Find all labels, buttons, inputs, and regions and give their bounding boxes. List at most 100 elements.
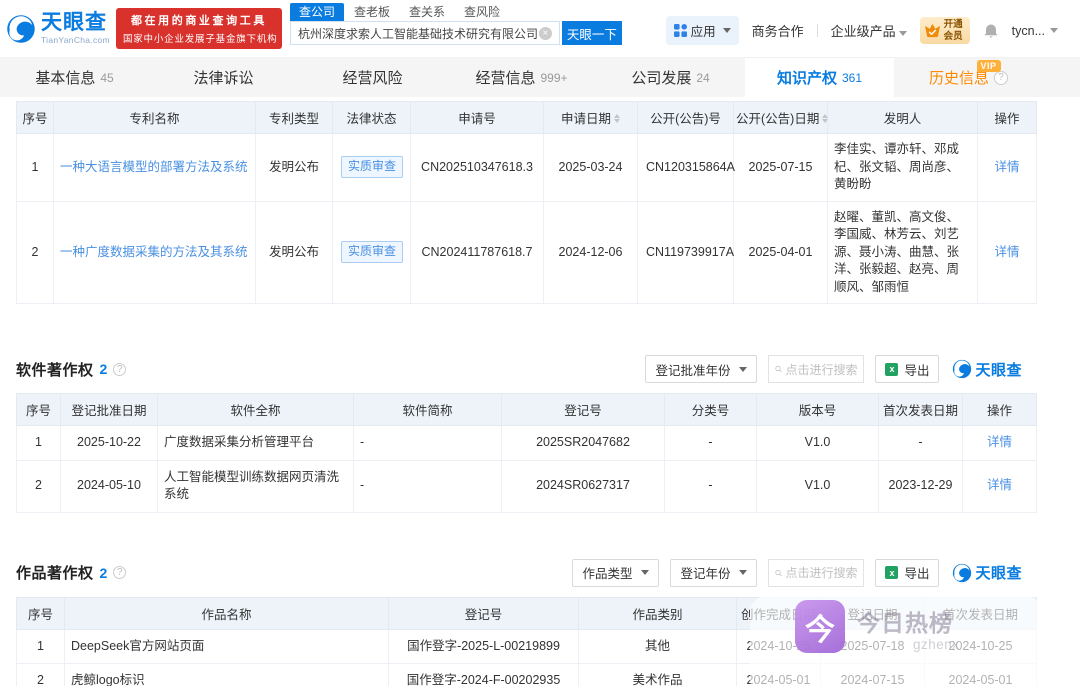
tab-7[interactable]: 历史信息? VIP [894, 58, 1043, 97]
search-icon [775, 569, 783, 576]
table-cell: DeepSeek官方网站页面 [64, 628, 389, 664]
detail-link[interactable]: 详情 [987, 478, 1012, 492]
table-row: 1 2025-10-22 广度数据采集分析管理平台 - 2025SR2047682 - V1… [16, 425, 1037, 461]
works-copyright-section-header: 作品著作权 2 ? 作品类型 登记年份 点击进行搜索 x 导出 天眼查 [16, 557, 1022, 589]
column-header: 公开(公告)号 [637, 101, 734, 134]
notification-bell-icon[interactable] [983, 23, 999, 39]
section-search-input[interactable]: 点击进行搜索 [768, 355, 865, 383]
export-button[interactable]: x 导出 [875, 558, 940, 587]
search-input[interactable]: 杭州深度求索人工智能基础技术研究有限公司 × [289, 21, 560, 46]
tianyancha-watermark-logo: 天眼查 [952, 562, 1022, 583]
help-icon[interactable]: ? [113, 362, 127, 376]
table-cell: 美术作品 [578, 663, 737, 686]
tab-count: 361 [841, 70, 863, 85]
tab-6[interactable]: 知识产权 361 [745, 58, 894, 97]
cell-text: V1.0 [804, 478, 831, 493]
detail-link[interactable]: 详情 [994, 160, 1019, 174]
table-cell: 赵曜、董凯、高文俊、李国威、林芳云、刘艺源、聂小涛、曲慧、张洋、张毅超、赵亮、周… [827, 200, 978, 304]
tab-5[interactable]: 公司发展 24 [596, 58, 745, 97]
column-header: 首次发表日期 [878, 393, 963, 426]
table-cell: 1 [16, 425, 61, 461]
sort-icon[interactable] [822, 114, 829, 124]
cell-text: 国作登字-2025-L-00219899 [407, 638, 560, 653]
detail-link[interactable]: 详情 [987, 435, 1012, 449]
detail-link[interactable]: 详情 [994, 245, 1019, 259]
filter-reg-year-dropdown[interactable]: 登记批准年份 [645, 355, 758, 383]
slogan-badge: 都在用的商业查询工具 国家中小企业发展子基金旗下机构 [115, 8, 282, 49]
column-header: 分类号 [664, 393, 757, 426]
vip-upgrade-button[interactable]: 开通 会员 [919, 17, 970, 44]
search-tab-2[interactable]: 查老板 [345, 3, 399, 21]
table-cell: 2024SR0627317 [501, 459, 665, 513]
vip-label-line1: 开通 [943, 19, 963, 31]
tab-count: 45 [100, 70, 114, 85]
table-cell: 其他 [578, 628, 737, 664]
chevron-down-icon [1050, 28, 1058, 33]
search-button[interactable]: 天眼一下 [561, 21, 622, 46]
software-copyright-section-header: 软件著作权 2 ? 登记批准年份 点击进行搜索 x 导出 天眼查 [16, 353, 1022, 385]
search-tab-3[interactable]: 查关系 [400, 3, 454, 21]
logo-title: 天眼查 [41, 11, 107, 34]
table-cell: 2025-10-22 [60, 425, 158, 461]
apps-menu[interactable]: 应用 [665, 16, 739, 45]
section-search-input[interactable]: 点击进行搜索 [768, 558, 865, 587]
filter-reg-year-dropdown[interactable]: 登记年份 [670, 558, 758, 587]
column-header[interactable]: 公开(公告)日期 [733, 101, 829, 134]
table-cell: 2 [16, 459, 61, 513]
tab-count: 24 [696, 70, 710, 85]
patent-name-link-cell: 一种广度数据采集的方法及其系统 [53, 200, 256, 304]
table-cell: 1 [16, 628, 65, 664]
table-cell: 2 [16, 663, 65, 686]
tab-label: 经营风险 [342, 70, 403, 87]
tianyancha-logo[interactable]: 天眼查 TianYanCha.com [6, 12, 110, 45]
excel-icon: x [885, 362, 899, 376]
column-header: 专利名称 [53, 101, 256, 134]
column-header: 软件简称 [353, 393, 502, 426]
search-tab-4[interactable]: 查风险 [455, 3, 509, 21]
table-cell: 1 [16, 133, 54, 202]
tianyancha-logo-icon [953, 359, 972, 379]
column-header: 登记批准日期 [60, 393, 158, 426]
cell-text: 国作登字-2024-F-00202935 [406, 673, 561, 686]
column-header: 作品名称 [64, 596, 389, 630]
tab-3[interactable]: 经营风险 [298, 58, 447, 97]
company-nav-tabbar: 基本信息 45 法律诉讼 经营风险 经营信息 999+ 公司发展 24 知识产权 361 历史信息?… [0, 57, 1080, 97]
user-menu[interactable]: tycn... [1012, 24, 1058, 38]
chevron-down-icon [722, 28, 731, 33]
search-tab-1[interactable]: 查公司 [289, 3, 344, 22]
apps-label: 应用 [690, 25, 716, 39]
help-icon: ? [994, 70, 1008, 85]
status-badge: 实质审查 [341, 156, 404, 179]
software-copyright-table: 序号 登记批准日期 软件全称 软件简称 登记号 分类号 版本号 首次发表日期 操作 1 2025-1… [16, 393, 1037, 513]
cell-text: - [918, 435, 923, 449]
nav-enterprise[interactable]: 企业级产品 [831, 21, 907, 40]
table-cell: 国作登字-2024-F-00202935 [388, 663, 579, 686]
nav-divider [816, 24, 818, 37]
clear-icon[interactable]: × [538, 26, 552, 40]
filter-work-type-dropdown[interactable]: 作品类型 [572, 558, 660, 587]
column-header: 法律状态 [332, 101, 411, 134]
slogan-line1: 都在用的商业查询工具 [130, 15, 267, 27]
patent-name-link[interactable]: 一种大语言模型的部署方法及系统 [60, 160, 248, 174]
tianyancha-logo-icon [953, 563, 972, 582]
cell-text: 2024SR0627317 [536, 478, 630, 493]
help-icon[interactable]: ? [113, 566, 127, 579]
tab-2[interactable]: 法律诉讼 [149, 58, 298, 97]
tab-count: 999+ [540, 70, 568, 85]
patent-name-link[interactable]: 一种广度数据采集的方法及其系统 [60, 245, 248, 259]
tab-4[interactable]: 经营信息 999+ [447, 58, 596, 97]
column-header[interactable]: 申请日期 [543, 101, 638, 134]
search-icon [775, 365, 783, 373]
cell-text: 2025-10-22 [77, 435, 141, 449]
excel-icon: x [885, 566, 899, 579]
table-cell: 实质审查 [332, 133, 411, 202]
cell-text: 虎鲸logo标识 [71, 673, 145, 686]
nav-biz-cooperation[interactable]: 商务合作 [752, 21, 804, 40]
cell-text: CN119739917A [646, 244, 735, 259]
tab-1[interactable]: 基本信息 45 [0, 58, 149, 97]
sort-icon[interactable] [614, 114, 620, 124]
cell-text: 其他 [644, 638, 670, 653]
column-header: 作品类别 [578, 596, 737, 630]
export-button[interactable]: x 导出 [875, 355, 940, 383]
table-cell: 2025SR2047682 [501, 425, 665, 461]
